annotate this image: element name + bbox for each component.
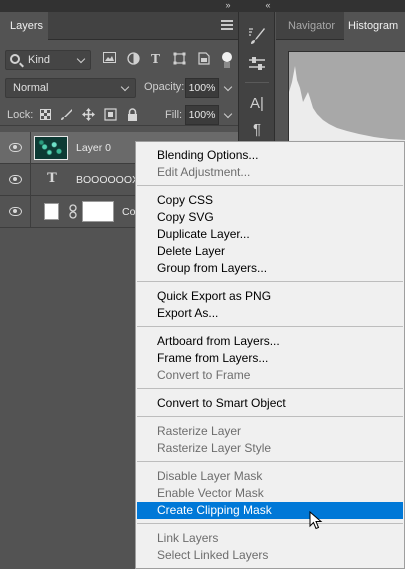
- filter-kind-select[interactable]: Kind: [5, 50, 91, 70]
- type-layer-icon: T: [47, 171, 57, 186]
- layer-name[interactable]: Co: [122, 206, 135, 218]
- menu-item-rasterize-layer: Rasterize Layer: [157, 424, 242, 438]
- menu-separator: [137, 326, 403, 327]
- top-strip: » «: [0, 0, 405, 12]
- layer-context-menu: Blending Options... Edit Adjustment... Cop…: [135, 141, 405, 569]
- menu-item-rasterize-layer-style: Rasterize Layer Style: [157, 441, 272, 455]
- collapse-panels-icon[interactable]: »: [221, 0, 235, 12]
- visibility-eye-icon[interactable]: [9, 175, 22, 184]
- menu-item-copy-css[interactable]: Copy CSS: [136, 192, 404, 209]
- paragraph-panel-icon[interactable]: ¶: [247, 120, 267, 140]
- menu-item-link-layers: Link Layers: [157, 531, 219, 545]
- search-icon: [10, 54, 20, 64]
- menu-item-convert-to-smart-object[interactable]: Convert to Smart Object: [136, 395, 404, 412]
- histogram-graph: [288, 51, 405, 144]
- prevent-auto-nesting-icon[interactable]: [104, 108, 117, 121]
- menu-separator: [137, 185, 403, 186]
- menu-item-frame-from-layers[interactable]: Frame from Layers...: [136, 350, 404, 367]
- shape-layer-filter-icon[interactable]: [172, 52, 187, 67]
- layer-thumbnail: [34, 136, 68, 160]
- opacity-field[interactable]: 100%: [185, 78, 219, 98]
- blend-mode-label: Normal: [13, 82, 49, 94]
- tab-histogram[interactable]: Histogram: [344, 12, 405, 40]
- character-panel-icon[interactable]: A|: [247, 94, 267, 114]
- hamburger-menu-icon[interactable]: [221, 20, 233, 32]
- layer-name[interactable]: Layer 0: [76, 142, 111, 154]
- fill-chevron-down-icon[interactable]: [223, 109, 233, 119]
- tab-layers[interactable]: Layers: [0, 12, 48, 40]
- menu-item-export-as[interactable]: Export As...: [136, 305, 404, 322]
- menu-item-artboard-from-layers[interactable]: Artboard from Layers...: [136, 333, 404, 350]
- menu-item-delete-layer[interactable]: Delete Layer: [136, 243, 404, 260]
- menu-separator: [137, 461, 403, 462]
- menu-item-blending-options[interactable]: Blending Options...: [136, 147, 404, 164]
- menu-separator: [137, 281, 403, 282]
- filter-kind-label: Kind: [28, 54, 51, 66]
- opacity-label: Opacity:: [144, 81, 185, 93]
- opacity-chevron-down-icon[interactable]: [223, 82, 233, 92]
- lock-all-icon[interactable]: [126, 108, 139, 121]
- menu-separator: [137, 523, 403, 524]
- tab-navigator[interactable]: Navigator: [276, 12, 344, 40]
- adjustment-layer-filter-icon[interactable]: [126, 52, 141, 67]
- link-chain-icon[interactable]: [69, 204, 77, 219]
- filter-toggle-switch[interactable]: [222, 52, 232, 68]
- lock-position-icon[interactable]: [82, 108, 95, 121]
- menu-separator: [137, 416, 403, 417]
- lock-transparent-pixels-icon[interactable]: [40, 109, 51, 120]
- layer-name[interactable]: BOOOOOOX: [76, 174, 139, 186]
- lock-row: Lock: Fill: 100%: [0, 104, 238, 126]
- histogram-tab-bar: Navigator Histogram: [276, 12, 405, 40]
- menu-item-select-linked-layers: Select Linked Layers: [157, 548, 269, 562]
- menu-item-edit-adjustment: Edit Adjustment...: [157, 165, 251, 179]
- lock-image-pixels-icon[interactable]: [60, 108, 73, 121]
- menu-item-disable-layer-mask: Disable Layer Mask: [157, 469, 263, 483]
- blend-mode-select[interactable]: Normal: [5, 78, 136, 98]
- layer-mask-thumbnail[interactable]: [82, 201, 114, 222]
- visibility-eye-icon[interactable]: [9, 207, 22, 216]
- mouse-pointer-icon: [309, 511, 323, 530]
- visibility-eye-icon[interactable]: [9, 143, 22, 152]
- lock-label: Lock:: [7, 109, 34, 121]
- pixel-layer-filter-icon[interactable]: [102, 52, 117, 67]
- smart-object-filter-icon[interactable]: [196, 52, 211, 67]
- fill-label: Fill:: [165, 109, 183, 121]
- menu-item-group-from-layers[interactable]: Group from Layers...: [136, 260, 404, 277]
- fill-field[interactable]: 100%: [185, 105, 219, 125]
- type-layer-filter-icon[interactable]: T: [148, 52, 163, 67]
- filter-row: Kind T: [0, 48, 238, 72]
- menu-item-copy-svg[interactable]: Copy SVG: [136, 209, 404, 226]
- menu-item-quick-export-as-png[interactable]: Quick Export as PNG: [136, 288, 404, 305]
- blend-row: Normal Opacity: 100%: [0, 77, 238, 99]
- menu-item-create-clipping-mask[interactable]: Create Clipping Mask: [137, 502, 403, 519]
- chevron-down-icon: [120, 82, 130, 92]
- layer-fill-thumbnail: [44, 203, 59, 220]
- menu-item-enable-vector-mask: Enable Vector Mask: [157, 486, 264, 500]
- expand-panels-icon[interactable]: «: [261, 0, 275, 12]
- menu-item-convert-to-frame: Convert to Frame: [157, 368, 251, 382]
- chevron-down-icon: [76, 54, 86, 64]
- adjustments-sliders-icon[interactable]: [247, 54, 267, 74]
- brush-settings-icon[interactable]: [247, 26, 267, 46]
- menu-separator: [137, 388, 403, 389]
- menu-item-duplicate-layer[interactable]: Duplicate Layer...: [136, 226, 404, 243]
- layers-tab-bar: Layers: [0, 12, 238, 40]
